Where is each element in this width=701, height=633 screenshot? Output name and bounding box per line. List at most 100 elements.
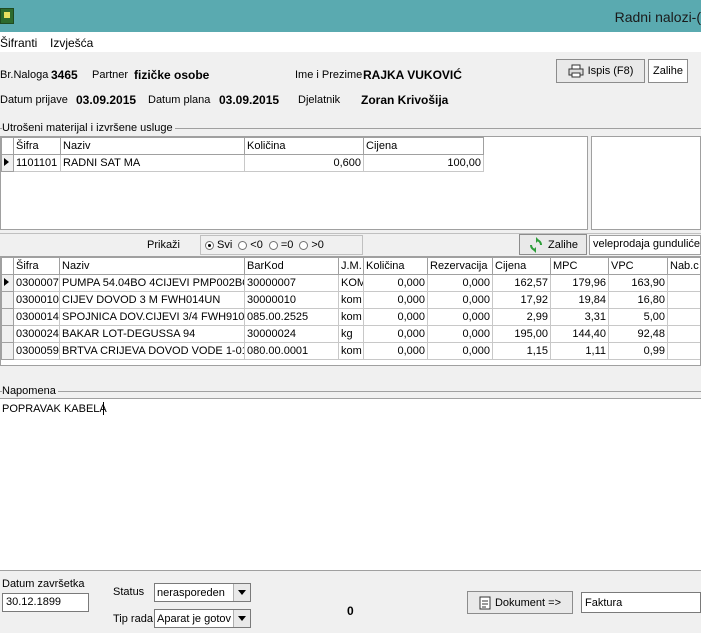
status-select[interactable]: nerasporeden <box>154 583 251 602</box>
radio-eq0[interactable]: =0 <box>268 239 293 251</box>
utroseni-col-naziv[interactable]: Naziv <box>60 137 245 155</box>
radio-lt0[interactable]: <0 <box>238 239 263 251</box>
stock-col-kolicina[interactable]: Količina <box>363 257 428 275</box>
cell-kolicina[interactable]: 0,000 <box>363 325 428 343</box>
cell-jm[interactable]: kom <box>338 308 364 326</box>
cell-kolicina[interactable]: 0,000 <box>363 291 428 309</box>
row-indicator <box>1 342 14 360</box>
cell-jm[interactable]: KOM <box>338 274 364 292</box>
cell-barkod[interactable]: 080.00.0001 <box>244 342 339 360</box>
cell-naziv[interactable]: CIJEV DOVOD 3 M FWH014UN <box>59 291 245 309</box>
cell-naziv[interactable]: RADNI SAT MA <box>60 154 245 172</box>
tip-rada-select[interactable]: Aparat je gotov <box>154 609 251 628</box>
datum-zavrsetka-input[interactable]: 30.12.1899 <box>2 593 89 612</box>
filter-radio-group: Svi <0 =0 >0 <box>200 235 363 255</box>
cell-vpc[interactable]: 5,00 <box>608 308 668 326</box>
menu-izvjesca[interactable]: Izvješća <box>50 36 93 50</box>
ispis-button[interactable]: Ispis (F8) <box>556 59 645 83</box>
menu-sifranti[interactable]: Šifranti <box>0 36 37 50</box>
stock-row[interactable]: 0300014 SPOJNICA DOV.CIJEVI 3/4 FWH910 085… <box>1 308 700 326</box>
stock-col-mpc[interactable]: MPC <box>550 257 609 275</box>
cell-kolicina[interactable]: 0,000 <box>363 274 428 292</box>
cell-nabc[interactable] <box>667 308 700 326</box>
tip-rada-dropdown-icon[interactable] <box>233 610 250 627</box>
cell-vpc[interactable]: 92,48 <box>608 325 668 343</box>
stock-row[interactable]: 0300059 BRTVA CRIJEVA DOVOD VODE 1-01 080.… <box>1 342 700 360</box>
utroseni-corner <box>1 137 14 155</box>
zalihe-top-button[interactable]: Zalihe <box>648 59 688 83</box>
stock-grid[interactable]: Šifra Naziv BarKod J.M. Količina Rezerva… <box>0 256 701 366</box>
cell-cijena[interactable]: 1,15 <box>492 342 551 360</box>
cell-barkod[interactable]: 30000010 <box>244 291 339 309</box>
stock-col-nabc[interactable]: Nab.c <box>667 257 700 275</box>
cell-kolicina[interactable]: 0,600 <box>244 154 364 172</box>
radio-gt0[interactable]: >0 <box>299 239 324 251</box>
cell-rezervacija[interactable]: 0,000 <box>427 274 493 292</box>
cell-vpc[interactable]: 0,99 <box>608 342 668 360</box>
stock-col-jm[interactable]: J.M. <box>338 257 364 275</box>
utroseni-row[interactable]: 1101101 RADNI SAT MA 0,600 100,00 <box>1 154 484 172</box>
cell-vpc[interactable]: 16,80 <box>608 291 668 309</box>
title-bar: Radni nalozi-( <box>0 0 701 32</box>
cell-rezervacija[interactable]: 0,000 <box>427 325 493 343</box>
cell-mpc[interactable]: 19,84 <box>550 291 609 309</box>
cell-naziv[interactable]: BRTVA CRIJEVA DOVOD VODE 1-01 <box>59 342 245 360</box>
cell-mpc[interactable]: 179,96 <box>550 274 609 292</box>
cell-rezervacija[interactable]: 0,000 <box>427 291 493 309</box>
stock-row[interactable]: 0300024 BAKAR LOT-DEGUSSA 94 30000024 kg 0,0… <box>1 325 700 343</box>
stock-row[interactable]: 0300007 PUMPA 54.04BO 4CIJEVI PMP002BO 300… <box>1 274 700 292</box>
cell-vpc[interactable]: 163,90 <box>608 274 668 292</box>
cell-kolicina[interactable]: 0,000 <box>363 342 428 360</box>
utroseni-col-sifra[interactable]: Šifra <box>13 137 61 155</box>
cell-sifra[interactable]: 0300014 <box>13 308 60 326</box>
stock-col-naziv[interactable]: Naziv <box>59 257 245 275</box>
cell-sifra[interactable]: 0300059 <box>13 342 60 360</box>
cell-nabc[interactable] <box>667 325 700 343</box>
cell-naziv[interactable]: PUMPA 54.04BO 4CIJEVI PMP002BO <box>59 274 245 292</box>
dokument-button[interactable]: Dokument => <box>467 591 573 614</box>
cell-cijena[interactable]: 195,00 <box>492 325 551 343</box>
cell-naziv[interactable]: SPOJNICA DOV.CIJEVI 3/4 FWH910 <box>59 308 245 326</box>
zalihe-button[interactable]: Zalihe <box>519 234 587 255</box>
cell-mpc[interactable]: 1,11 <box>550 342 609 360</box>
cell-sifra[interactable]: 0300024 <box>13 325 60 343</box>
cell-sifra[interactable]: 1101101 <box>13 154 61 172</box>
cell-jm[interactable]: kom <box>338 291 364 309</box>
stock-row[interactable]: 0300010 CIJEV DOVOD 3 M FWH014UN 30000010 k… <box>1 291 700 309</box>
cell-cijena[interactable]: 17,92 <box>492 291 551 309</box>
cell-rezervacija[interactable]: 0,000 <box>427 342 493 360</box>
cell-naziv[interactable]: BAKAR LOT-DEGUSSA 94 <box>59 325 245 343</box>
utroseni-grid[interactable]: Šifra Naziv Količina Cijena 1101101 RADN… <box>0 136 588 230</box>
cell-sifra[interactable]: 0300010 <box>13 291 60 309</box>
stock-col-sifra[interactable]: Šifra <box>13 257 60 275</box>
cell-jm[interactable]: kg <box>338 325 364 343</box>
napomena-textarea[interactable]: POPRAVAK KABELA <box>0 398 701 571</box>
cell-sifra[interactable]: 0300007 <box>13 274 60 292</box>
cell-nabc[interactable] <box>667 291 700 309</box>
stock-col-barkod[interactable]: BarKod <box>244 257 339 275</box>
stock-col-rezervacija[interactable]: Rezervacija <box>427 257 493 275</box>
status-dropdown-icon[interactable] <box>233 584 250 601</box>
utroseni-col-kolicina[interactable]: Količina <box>244 137 364 155</box>
utroseni-col-cijena[interactable]: Cijena <box>363 137 484 155</box>
cell-nabc[interactable] <box>667 274 700 292</box>
cell-rezervacija[interactable]: 0,000 <box>427 308 493 326</box>
cell-kolicina[interactable]: 0,000 <box>363 308 428 326</box>
cell-mpc[interactable]: 3,31 <box>550 308 609 326</box>
cell-cijena[interactable]: 100,00 <box>363 154 484 172</box>
cell-jm[interactable]: kom <box>338 342 364 360</box>
cell-barkod[interactable]: 30000024 <box>244 325 339 343</box>
cell-mpc[interactable]: 144,40 <box>550 325 609 343</box>
warehouse-field[interactable]: veleprodaja gundulićeva <box>589 235 701 255</box>
cell-nabc[interactable] <box>667 342 700 360</box>
cell-cijena[interactable]: 162,57 <box>492 274 551 292</box>
stock-col-vpc[interactable]: VPC <box>608 257 668 275</box>
status-value: nerasporeden <box>157 586 225 599</box>
partner-value: fizičke osobe <box>134 68 210 82</box>
dokument-type-field[interactable]: Faktura <box>581 592 701 613</box>
cell-barkod[interactable]: 085.00.2525 <box>244 308 339 326</box>
cell-cijena[interactable]: 2,99 <box>492 308 551 326</box>
stock-col-cijena[interactable]: Cijena <box>492 257 551 275</box>
radio-svi[interactable]: Svi <box>205 239 232 251</box>
cell-barkod[interactable]: 30000007 <box>244 274 339 292</box>
